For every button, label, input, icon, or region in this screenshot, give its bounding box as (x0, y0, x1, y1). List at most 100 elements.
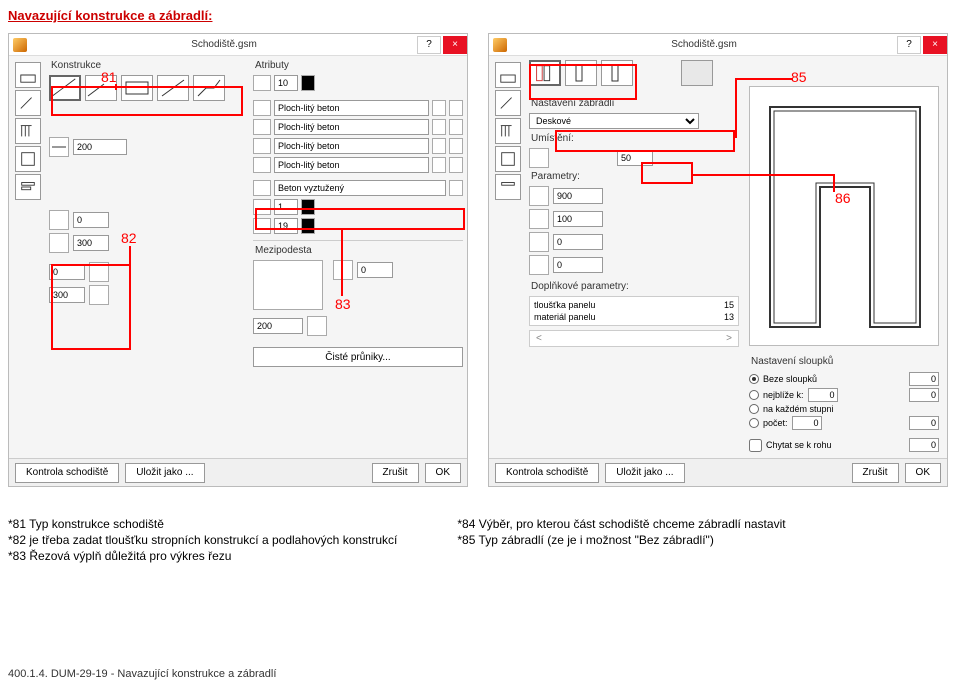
construction-type-3[interactable] (121, 75, 153, 101)
r2-val[interactable] (808, 388, 838, 402)
radio-no-posts[interactable] (749, 374, 759, 384)
h-icon (89, 262, 109, 282)
post-icon (889, 388, 905, 402)
post-icon (889, 416, 905, 430)
ok-button[interactable]: OK (425, 463, 461, 483)
radio-count[interactable] (749, 418, 759, 428)
mat5[interactable]: Beton vyztužený (274, 180, 446, 196)
mat-pick[interactable] (449, 138, 463, 154)
tab-railing[interactable] (15, 118, 41, 144)
rail-preview-icon[interactable] (681, 60, 713, 86)
tab-structure[interactable] (495, 90, 521, 116)
width-input[interactable] (73, 139, 127, 155)
post-icon (889, 372, 905, 386)
radio-nearest[interactable] (749, 390, 759, 400)
check-stair-button[interactable]: Kontrola schodiště (495, 463, 599, 483)
pen-color[interactable] (301, 75, 315, 91)
mat-chain[interactable] (432, 100, 446, 116)
mat-chain[interactable] (432, 157, 446, 173)
note-81: *81 Typ konstrukce schodiště (8, 517, 397, 531)
ok-button[interactable]: OK (905, 463, 941, 483)
dp1-val[interactable]: 15 (724, 300, 734, 310)
help-button[interactable]: ? (897, 36, 921, 54)
fill-icon[interactable] (253, 180, 271, 196)
label-parametry: Parametry: (531, 171, 739, 182)
pen-icon[interactable] (253, 218, 271, 234)
post-v1[interactable] (909, 372, 939, 386)
post-v2[interactable] (909, 388, 939, 402)
rail-type-select[interactable]: Deskové (529, 113, 699, 129)
mat2[interactable]: Ploch-litý beton (274, 119, 429, 135)
mat-pick[interactable] (449, 157, 463, 173)
help-button[interactable]: ? (417, 36, 441, 54)
pen-color[interactable] (301, 199, 315, 215)
h4-input[interactable] (49, 287, 85, 303)
panel-construction: Schodiště.gsm ? × Konstrukce (8, 33, 468, 487)
cancel-button[interactable]: Zrušit (372, 463, 419, 483)
surf-icon[interactable] (253, 100, 271, 116)
r2-label: nejblíže k: (763, 390, 804, 400)
tab-structure[interactable] (15, 90, 41, 116)
surf-icon[interactable] (253, 119, 271, 135)
mez-val[interactable] (357, 262, 393, 278)
mat-pick[interactable] (449, 119, 463, 135)
ciste-button[interactable]: Čisté průniky... (253, 347, 463, 367)
dp2-val[interactable]: 13 (724, 312, 734, 322)
tab-symbol[interactable] (495, 146, 521, 172)
mat3[interactable]: Ploch-litý beton (274, 138, 429, 154)
construction-type-1[interactable] (49, 75, 81, 101)
mat-chain[interactable] (432, 138, 446, 154)
save-as-button[interactable]: Uložit jako ... (605, 463, 684, 483)
mat1[interactable]: Ploch-litý beton (274, 100, 429, 116)
tab-text[interactable] (495, 174, 521, 200)
h1-input[interactable] (73, 212, 109, 228)
mez-preview (253, 260, 323, 310)
surf-icon[interactable] (253, 157, 271, 173)
rail-part-3[interactable] (601, 60, 633, 86)
pen-num[interactable] (274, 75, 298, 91)
tab-railing[interactable] (495, 118, 521, 144)
save-as-button[interactable]: Uložit jako ... (125, 463, 204, 483)
val19[interactable] (274, 218, 298, 234)
label-construction: Konstrukce (51, 60, 249, 71)
mat-pick[interactable] (449, 100, 463, 116)
mat4[interactable]: Ploch-litý beton (274, 157, 429, 173)
mat-chain[interactable] (432, 119, 446, 135)
construction-type-4[interactable] (157, 75, 189, 101)
val1[interactable] (274, 199, 298, 215)
post-v3[interactable] (909, 416, 939, 430)
h3-input[interactable] (49, 264, 85, 280)
pen-icon[interactable] (253, 199, 271, 215)
corner-val[interactable] (909, 438, 939, 452)
close-button[interactable]: × (443, 36, 467, 54)
p4-input[interactable] (553, 257, 603, 273)
chytat-checkbox[interactable] (749, 439, 762, 452)
mez-w[interactable] (253, 318, 303, 334)
scroll-indicator[interactable]: <> (529, 330, 739, 347)
pen-icon[interactable] (253, 75, 271, 91)
rail-part-2[interactable] (565, 60, 597, 86)
rail-part-1[interactable] (529, 60, 561, 86)
check-stair-button[interactable]: Kontrola schodiště (15, 463, 119, 483)
p3-input[interactable] (553, 234, 603, 250)
tab-text[interactable] (15, 174, 41, 200)
pen-color[interactable] (301, 218, 315, 234)
tab-geometry[interactable] (495, 62, 521, 88)
tab-symbol[interactable] (15, 146, 41, 172)
umisteni-input[interactable] (617, 150, 653, 166)
radio-each-step[interactable] (749, 404, 759, 414)
cancel-button[interactable]: Zrušit (852, 463, 899, 483)
p2-input[interactable] (553, 211, 603, 227)
p-icon (529, 232, 549, 252)
side-tabs (15, 62, 43, 202)
h2-input[interactable] (73, 235, 109, 251)
close-button[interactable]: × (923, 36, 947, 54)
construction-type-5[interactable] (193, 75, 225, 101)
callout-81: 81 (101, 69, 117, 85)
mez-w-icon (307, 316, 327, 336)
surf-icon[interactable] (253, 138, 271, 154)
mat-pick[interactable] (449, 180, 463, 196)
p1-input[interactable] (553, 188, 603, 204)
r4-val[interactable] (792, 416, 822, 430)
tab-geometry[interactable] (15, 62, 41, 88)
